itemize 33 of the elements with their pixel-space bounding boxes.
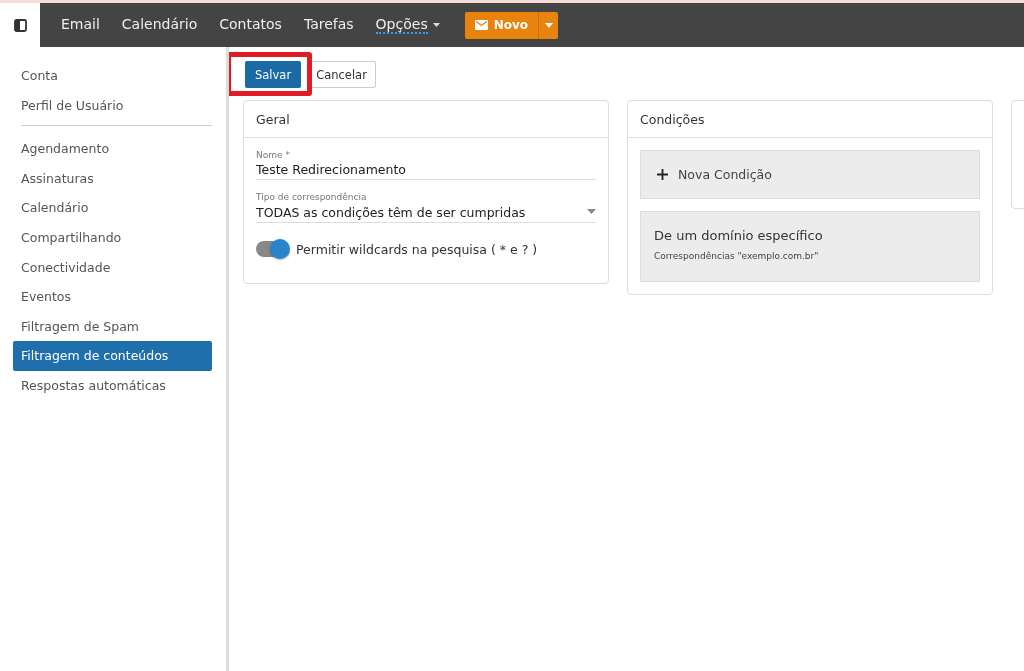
new-condition-button[interactable]: Nova Condição (640, 150, 980, 199)
nav-link[interactable]: Calendário (110, 16, 209, 34)
wildcards-toggle[interactable] (256, 241, 288, 257)
sidebar-item[interactable]: Filtragem de conteúdos (13, 341, 212, 371)
match-type-select[interactable]: Tipo de correspondência TODAS as condições têm de ser cumpridas (256, 192, 596, 223)
sidebar-item[interactable]: Assinaturas (13, 163, 212, 194)
sidebar-item[interactable]: Eventos (13, 282, 212, 312)
condition-title: De um domínio específico (654, 228, 824, 243)
sidebar-item[interactable]: Compartilhando (13, 222, 212, 253)
name-field[interactable]: Nome * Teste Redirecionamento (256, 150, 596, 180)
sidebar-item[interactable]: Conta (13, 61, 212, 91)
plus-icon (657, 169, 668, 180)
new-dropdown-button[interactable] (538, 11, 559, 39)
sidebar-item[interactable]: Agendamento (13, 134, 212, 164)
envelope-icon (474, 20, 488, 30)
sidebar-item[interactable]: Conectividade (13, 252, 212, 283)
nav-link[interactable]: Tarefas (292, 16, 365, 34)
sidebar-item[interactable]: Respostas automáticas (13, 370, 212, 401)
panel-icon (13, 18, 27, 32)
condition-item[interactable]: De um domínio específico Correspondências "exemplo.com.br" (640, 211, 980, 282)
nav-link[interactable]: Email (50, 16, 111, 34)
save-button[interactable]: Salvar (245, 61, 302, 88)
sidebar-item[interactable]: Filtragem de Spam (13, 311, 212, 342)
nav-link[interactable]: Contatos (208, 16, 293, 34)
caret-icon (587, 209, 596, 214)
nav-link[interactable]: Opções (364, 16, 451, 34)
sidebar-item[interactable]: Calendário (13, 193, 212, 223)
sidebar-item[interactable]: Perfil de Usuário (13, 90, 212, 121)
toggle-label: Permitir wildcards na pesquisa ( * e ? ) (296, 241, 538, 257)
caret-icon (544, 22, 553, 28)
condition-detail: Correspondências "exemplo.com.br" (654, 251, 820, 261)
card-title: Geral (244, 101, 608, 138)
card-title: Condições (628, 101, 992, 138)
